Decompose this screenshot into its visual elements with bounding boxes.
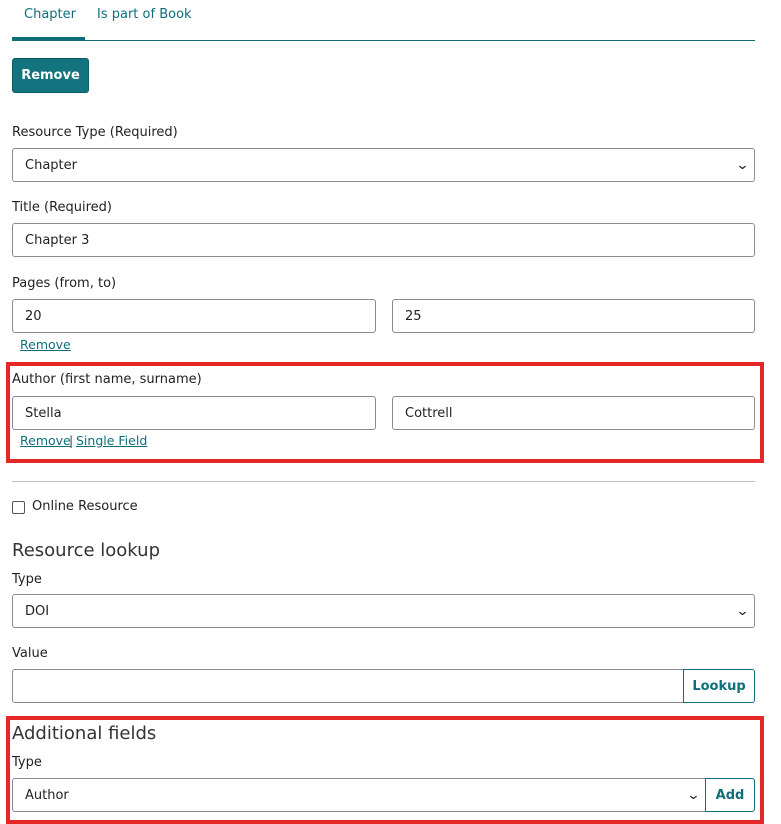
additional-type-label: Type — [12, 755, 42, 770]
author-surname-input[interactable]: Cottrell — [392, 396, 755, 430]
title-input[interactable]: Chapter 3 — [12, 223, 755, 257]
online-resource-checkbox[interactable] — [12, 501, 25, 514]
lookup-type-label: Type — [12, 572, 42, 587]
chevron-down-icon: ⌄ — [735, 603, 750, 619]
add-button[interactable]: Add — [705, 778, 755, 812]
author-first-name-value: Stella — [25, 405, 62, 421]
chevron-down-icon: ⌄ — [686, 787, 701, 803]
pages-label: Pages (from, to) — [12, 276, 117, 291]
link-separator: | — [69, 433, 74, 448]
lookup-value-label: Value — [12, 646, 48, 661]
tabs-divider — [12, 40, 755, 41]
pages-to-value: 25 — [405, 308, 422, 324]
lookup-type-select[interactable]: DOI ⌄ — [12, 594, 755, 628]
tab-is-part-of-book[interactable]: Is part of Book — [97, 7, 192, 22]
additional-type-value: Author — [25, 787, 69, 803]
resource-lookup-heading: Resource lookup — [12, 540, 160, 561]
pages-to-input[interactable]: 25 — [392, 299, 755, 333]
title-value: Chapter 3 — [25, 232, 90, 248]
pages-remove-link[interactable]: Remove — [20, 337, 71, 352]
author-remove-link[interactable]: Remove — [20, 433, 71, 448]
pages-from-input[interactable]: 20 — [12, 299, 376, 333]
resource-type-label: Resource Type (Required) — [12, 125, 178, 140]
online-resource-label: Online Resource — [32, 499, 138, 514]
remove-button[interactable]: Remove — [12, 58, 89, 93]
pages-from-value: 20 — [25, 308, 42, 324]
lookup-value-input[interactable] — [12, 669, 684, 703]
title-label: Title (Required) — [12, 200, 112, 215]
resource-type-value: Chapter — [25, 157, 77, 173]
lookup-type-value: DOI — [25, 603, 50, 619]
section-divider — [12, 481, 755, 482]
resource-type-select[interactable]: Chapter ⌄ — [12, 148, 755, 182]
tab-chapter[interactable]: Chapter — [24, 7, 76, 22]
additional-fields-heading: Additional fields — [12, 723, 157, 744]
lookup-button[interactable]: Lookup — [683, 669, 755, 703]
author-first-name-input[interactable]: Stella — [12, 396, 376, 430]
additional-type-select[interactable]: Author ⌄ — [12, 778, 706, 812]
author-label: Author (first name, surname) — [12, 372, 202, 387]
author-surname-value: Cottrell — [405, 405, 453, 421]
author-single-field-link[interactable]: Single Field — [76, 433, 147, 448]
chevron-down-icon: ⌄ — [735, 157, 750, 173]
